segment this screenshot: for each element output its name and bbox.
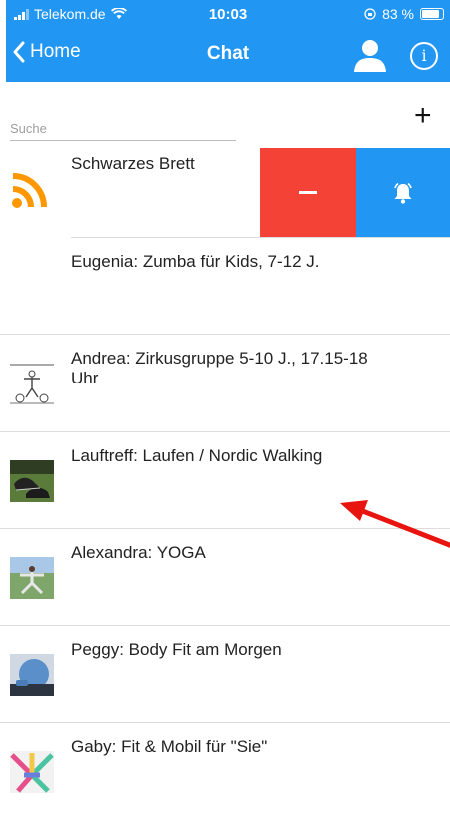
mute-button[interactable] [260, 148, 356, 237]
circus-drawing-thumbnail [10, 364, 54, 404]
add-chat-button[interactable]: + [414, 101, 432, 131]
chat-title: Lauftreff: Laufen / Nordic Walking [71, 446, 323, 465]
chat-title: Gaby: Fit & Mobil für "Sie" [71, 737, 268, 756]
list-item[interactable]: Andrea: Zirkusgruppe 5-10 J., 17.15-18 U… [0, 335, 450, 432]
rss-icon [12, 173, 47, 208]
rotation-lock-icon [364, 8, 376, 20]
running-shoes-thumbnail [10, 460, 54, 502]
app-header: Telekom.de 10:03 83 % Home Chat i [6, 0, 450, 82]
list-item[interactable]: Peggy: Body Fit am Morgen [0, 626, 450, 723]
chat-list: Schwarzes Brett Eugenia: Zumba für Kids,… [0, 148, 450, 819]
notify-button[interactable] [356, 148, 450, 237]
chat-title: Eugenia: Zumba für Kids, 7-12 J. [71, 252, 320, 271]
yoga-thumbnail [10, 557, 54, 599]
fitness-bands-thumbnail [10, 751, 54, 793]
chat-title: Alexandra: YOGA [71, 543, 206, 562]
battery-icon [420, 8, 444, 20]
nav-bar: Home Chat i [6, 28, 450, 82]
bell-icon [394, 182, 412, 204]
search-input[interactable] [10, 116, 236, 141]
fitness-ball-thumbnail [10, 654, 54, 696]
chat-title: Andrea: Zirkusgruppe 5-10 J., 17.15-18 U… [71, 349, 368, 383]
list-item[interactable]: Eugenia: Zumba für Kids, 7-12 J. [0, 238, 450, 335]
status-bar: Telekom.de 10:03 83 % [6, 0, 450, 28]
minus-icon [299, 191, 317, 194]
battery-percent: 83 % [382, 6, 414, 22]
chat-title: Peggy: Body Fit am Morgen [71, 640, 282, 659]
list-item[interactable]: Lauftreff: Laufen / Nordic Walking [0, 432, 450, 529]
list-item[interactable]: Schwarzes Brett [0, 148, 450, 238]
user-icon[interactable] [352, 37, 388, 73]
battery-status: 83 % [364, 6, 444, 22]
list-item[interactable]: Gaby: Fit & Mobil für "Sie" [0, 723, 450, 819]
list-item[interactable]: Alexandra: YOGA [0, 529, 450, 626]
info-icon[interactable]: i [410, 42, 438, 70]
